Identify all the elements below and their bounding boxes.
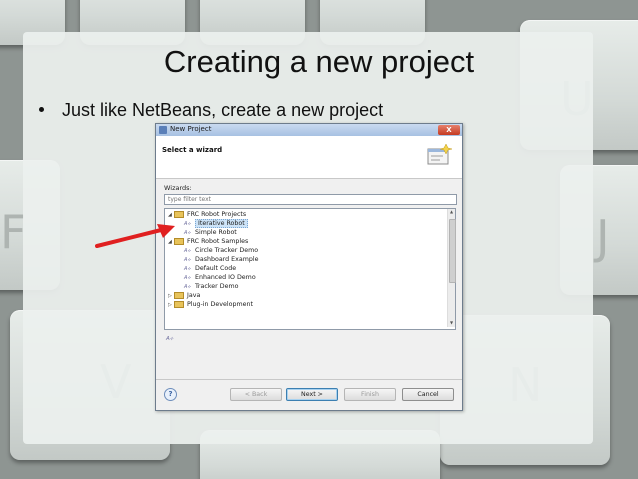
cancel-button[interactable]: Cancel	[402, 388, 454, 401]
tree-item-tracker-demo[interactable]: A⟡ Tracker Demo	[184, 282, 238, 291]
scroll-down-icon[interactable]: ▼	[448, 320, 455, 327]
tree-item-label: Java	[187, 292, 201, 299]
wizard-tree[interactable]: ◢ FRC Robot Projects A⟡ Iterative Robot A⟡…	[164, 208, 456, 330]
tree-item-label: Dashboard Example	[195, 256, 259, 263]
tree-item-label: Tracker Demo	[195, 283, 239, 290]
help-button[interactable]: ?	[164, 388, 177, 401]
filter-input[interactable]	[164, 194, 457, 205]
slide-bullet: Just like NetBeans, create a new project	[39, 100, 383, 121]
bullet-text: Just like NetBeans, create a new project	[62, 100, 384, 120]
dialog-title-bar[interactable]: New Project X	[156, 124, 462, 136]
wizard-banner-icon	[427, 143, 453, 165]
tree-item-label: Simple Robot	[195, 229, 237, 236]
tree-item-label: Default Code	[195, 265, 237, 272]
tree-item-iterative-robot[interactable]: A⟡ Iterative Robot	[184, 219, 248, 228]
new-project-dialog: New Project X Select a wizard Wizards: ◢…	[155, 123, 463, 411]
next-button[interactable]: Next >	[286, 388, 338, 401]
tree-folder-plug-in-development[interactable]: ▷ Plug-in Development	[168, 300, 253, 309]
wizards-label: Wizards:	[164, 184, 192, 192]
dialog-header-title: Select a wizard	[162, 146, 223, 154]
tree-folder-frc-robot-projects[interactable]: ◢ FRC Robot Projects	[168, 210, 246, 219]
back-button[interactable]: < Back	[230, 388, 282, 401]
tree-item-label: Plug-in Development	[187, 301, 253, 308]
tree-item-default-code[interactable]: A⟡ Default Code	[184, 264, 236, 273]
tree-item-circle-tracker-demo[interactable]: A⟡ Circle Tracker Demo	[184, 246, 258, 255]
folder-icon	[174, 300, 184, 308]
eclipse-window-icon	[159, 126, 167, 134]
red-pointer-arrow	[95, 224, 175, 248]
button-bar-divider	[156, 379, 462, 380]
dialog-window-title: New Project	[170, 125, 212, 133]
dialog-header: Select a wizard	[156, 136, 462, 179]
finish-button[interactable]: Finish	[344, 388, 396, 401]
bullet-dot	[39, 106, 44, 112]
folder-icon	[174, 291, 184, 299]
tree-folder-java[interactable]: ▷ Java	[168, 291, 200, 300]
tree-scrollbar[interactable]: ▲ ▼	[447, 209, 456, 327]
folder-icon	[174, 210, 184, 218]
tree-item-simple-robot[interactable]: A⟡ Simple Robot	[184, 228, 237, 237]
scrollbar-thumb[interactable]	[449, 219, 456, 283]
tree-item-label: Iterative Robot	[195, 219, 248, 228]
close-button[interactable]: X	[438, 125, 460, 135]
tree-item-label: Circle Tracker Demo	[195, 247, 259, 254]
scroll-up-icon[interactable]: ▲	[448, 209, 455, 216]
tree-item-label: FRC Robot Samples	[187, 238, 249, 245]
tree-item-label: FRC Robot Projects	[187, 211, 247, 218]
tree-item-enhanced-io-demo[interactable]: A⟡ Enhanced IO Demo	[184, 273, 256, 282]
key-letter-j: J	[596, 210, 610, 264]
tree-folder-frc-robot-samples[interactable]: ◢ FRC Robot Samples	[168, 237, 248, 246]
description-wizard-icon: A⟡	[166, 336, 174, 342]
tree-item-dashboard-example[interactable]: A⟡ Dashboard Example	[184, 255, 258, 264]
slide-title: Creating a new project	[163, 44, 475, 79]
tree-item-label: Enhanced IO Demo	[195, 274, 256, 281]
